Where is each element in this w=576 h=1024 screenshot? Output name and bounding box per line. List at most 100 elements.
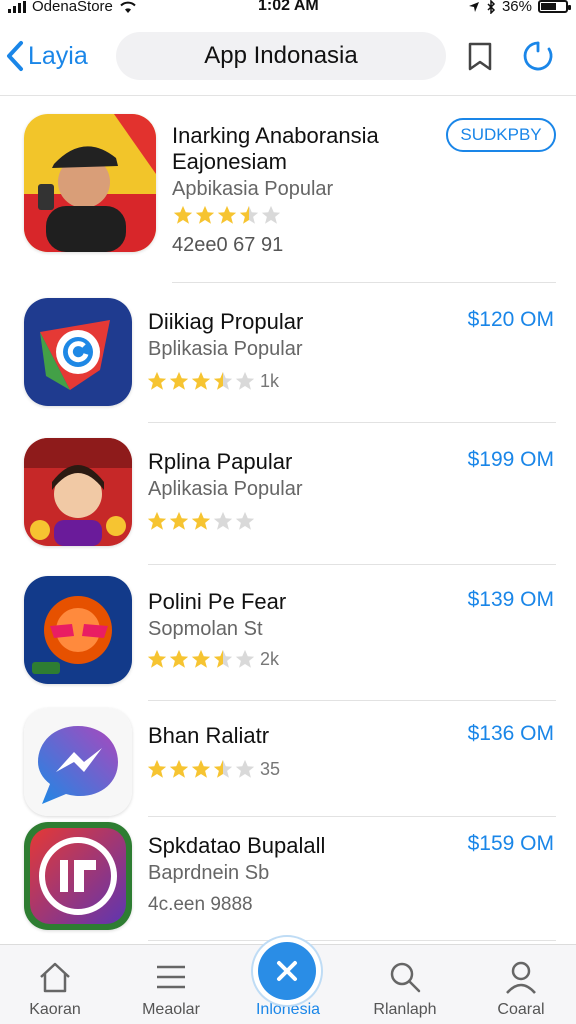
tab-label: Rlanlaph — [373, 1001, 437, 1018]
wifi-icon — [120, 1, 136, 13]
back-label: Layia — [28, 41, 88, 70]
star-icon — [169, 371, 189, 390]
rating-count: 2k — [260, 648, 280, 669]
rating-count: 1k — [260, 370, 280, 391]
refresh-button[interactable] — [518, 36, 558, 76]
divider — [148, 700, 556, 701]
app-icon — [24, 822, 132, 930]
app-subtitle: Aplikasia Popular — [148, 478, 303, 500]
app-subtitle: Apbikasia Popular — [172, 178, 334, 200]
get-button[interactable]: SUDKPBY — [446, 118, 556, 152]
tab-label: Kaoran — [29, 1001, 81, 1018]
back-button[interactable]: Layia — [6, 36, 88, 76]
star-icon — [213, 759, 233, 778]
star-icon — [147, 511, 167, 530]
divider — [148, 422, 556, 423]
divider — [148, 564, 556, 565]
star-icon — [191, 759, 211, 778]
star-icon — [195, 205, 215, 224]
price-label[interactable]: $199 OM — [468, 448, 554, 472]
search-icon — [385, 957, 425, 997]
app-title: Bhan Raliatr — [148, 723, 270, 748]
app-subtitle: Baprdnein Sb — [148, 862, 270, 884]
app-row[interactable]: Rplina Papular Aplikasia Popular $199 OM — [0, 430, 576, 565]
status-right: 36% — [468, 0, 571, 15]
bookmark-icon — [468, 42, 492, 71]
star-icon — [235, 511, 255, 530]
divider — [148, 816, 556, 817]
menu-icon — [151, 957, 191, 997]
app-icon — [24, 576, 132, 684]
star-icon — [235, 371, 255, 390]
carrier-name: OdenaStore — [32, 0, 113, 15]
star-icon — [191, 371, 211, 390]
bookmark-button[interactable] — [460, 36, 500, 76]
star-icon — [169, 759, 189, 778]
star-icon — [213, 371, 233, 390]
star-icon — [261, 205, 281, 224]
price-label[interactable]: $139 OM — [468, 588, 554, 612]
app-row[interactable]: Inarking Anaboransia Eajonesiam Apbikasi… — [0, 100, 576, 283]
app-title: Spkdatao Bupalall — [148, 833, 326, 858]
app-row[interactable]: Polini Pe Fear Sopmolan St 2k $139 OM — [0, 570, 576, 701]
app-meta: 4c.een 9888 — [148, 894, 253, 915]
chevron-left-icon — [7, 41, 23, 71]
tab-search[interactable]: Rlanlaph — [350, 945, 460, 1024]
bluetooth-icon — [487, 0, 496, 14]
divider — [172, 282, 556, 283]
tab-label: Inlonesia — [255, 1001, 321, 1018]
tab-label: Coaral — [497, 1001, 545, 1018]
app-title: Inarking Anaboransia — [172, 123, 379, 148]
app-rating: 2k — [146, 648, 279, 670]
star-icon — [147, 649, 167, 668]
battery-percent: 36% — [501, 0, 532, 15]
nav-bar: Layia App Indonasia — [0, 22, 576, 96]
status-left: OdenaStore — [8, 0, 137, 15]
app-icon — [24, 298, 132, 406]
app-title: Diikiag Propular — [148, 309, 304, 334]
star-icon — [191, 649, 211, 668]
price-label[interactable]: $159 OM — [468, 832, 554, 856]
app-meta: 42ee0 67 91 — [172, 234, 284, 256]
center-tab-button[interactable] — [258, 942, 316, 1000]
tab-profile[interactable]: Coaral — [466, 945, 576, 1024]
status-time: 1:02 AM — [258, 0, 319, 14]
tab-home[interactable]: Kaoran — [0, 945, 110, 1024]
star-icon — [173, 205, 193, 224]
search-field[interactable]: App Indonasia — [116, 32, 446, 80]
app-icon — [24, 438, 132, 546]
app-row[interactable]: Bhan Raliatr 35 $136 OM — [0, 706, 576, 817]
app-rating: 1k — [146, 370, 279, 392]
tab-menu[interactable]: Meaolar — [116, 945, 226, 1024]
star-rating — [172, 204, 282, 226]
app-icon — [24, 114, 156, 252]
status-bar: OdenaStore 1:02 AM 36% — [0, 0, 576, 18]
tab-label: Meaolar — [142, 1001, 200, 1018]
search-text: App Indonasia — [204, 42, 358, 69]
price-label[interactable]: $120 OM — [468, 308, 554, 332]
star-rating — [146, 370, 256, 392]
signal-icon — [8, 0, 26, 13]
location-icon — [468, 1, 479, 12]
star-icon — [213, 511, 233, 530]
app-row[interactable]: Diikiag Propular Bplikasia Popular 1k $1… — [0, 290, 576, 423]
app-icon — [24, 708, 132, 816]
battery-icon — [538, 0, 571, 13]
close-icon — [277, 961, 297, 981]
refresh-icon — [523, 41, 553, 71]
star-icon — [147, 759, 167, 778]
home-icon — [35, 957, 75, 997]
app-title: Rplina Papular — [148, 449, 293, 474]
star-icon — [217, 205, 237, 224]
app-subtitle: Sopmolan St — [148, 618, 263, 640]
star-icon — [169, 649, 189, 668]
app-rating: 35 — [146, 758, 280, 780]
star-icon — [169, 511, 189, 530]
rating-count: 35 — [260, 758, 281, 779]
app-row[interactable]: Spkdatao Bupalall Baprdnein Sb 4c.een 98… — [0, 820, 576, 950]
price-label[interactable]: $136 OM — [468, 722, 554, 746]
divider — [148, 940, 556, 941]
app-subtitle: Bplikasia Popular — [148, 338, 303, 360]
star-rating — [146, 510, 256, 532]
app-rating — [146, 510, 260, 532]
